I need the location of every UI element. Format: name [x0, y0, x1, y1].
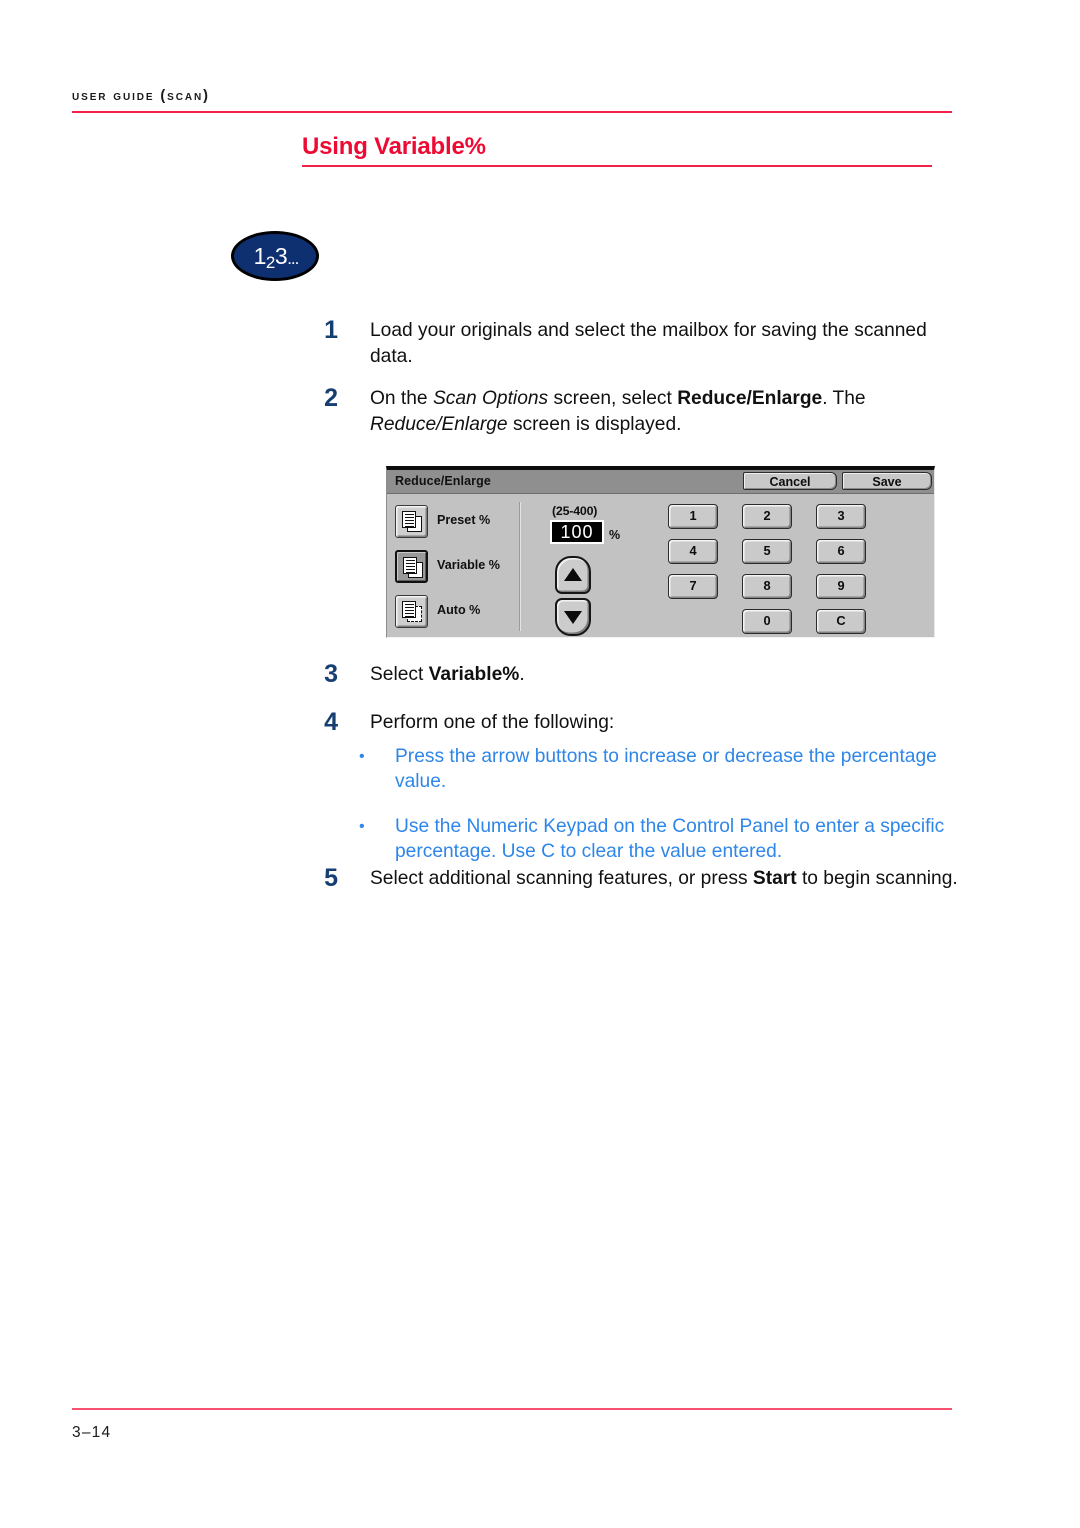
step-5-text: Select additional scanning features, or … — [370, 866, 960, 892]
step-2-frag-reduce-enlarge-bold: Reduce/Enlarge — [677, 388, 823, 409]
step-5: 5 Select additional scanning features, o… — [300, 866, 960, 892]
step-2-number: 2 — [324, 384, 338, 412]
step-3: 3 Select Variable%. — [300, 662, 960, 688]
increase-percentage-button[interactable] — [555, 556, 591, 594]
section-heading: Using Variable% — [302, 134, 932, 167]
keypad-key-5[interactable]: 5 — [742, 539, 792, 564]
bullet-item-1-text: Press the arrow buttons to increase or d… — [395, 746, 937, 792]
badge-digit-2: 2 — [265, 253, 275, 272]
step-1-text: Load your originals and select the mailb… — [370, 318, 960, 370]
percentage-range-label: (25-400) — [552, 504, 598, 518]
keypad-key-2[interactable]: 2 — [742, 504, 792, 529]
page-number: 3–14 — [72, 1423, 112, 1441]
triangle-up-icon — [564, 568, 582, 581]
bullet-marker-icon: • — [359, 818, 365, 835]
step-5-number: 5 — [324, 864, 338, 892]
preset-percent-button[interactable] — [395, 505, 428, 538]
step-1-sentence: Load your originals and select the mailb… — [370, 320, 927, 367]
step-2-text: On the Scan Options screen, select Reduc… — [370, 386, 960, 438]
auto-percent-button[interactable] — [395, 595, 428, 628]
step-1-number: 1 — [324, 316, 338, 344]
step-4-text: Perform one of the following: — [370, 710, 960, 736]
save-button[interactable]: Save — [842, 472, 932, 490]
keypad-key-4[interactable]: 4 — [668, 539, 718, 564]
variable-percent-button[interactable] — [395, 550, 428, 583]
running-header-text: USER GUIDE (SCAN) — [72, 88, 210, 104]
bullet-item-2: • Use the Numeric Keypad on the Control … — [359, 814, 960, 864]
step-4-number: 4 — [324, 708, 338, 736]
decrease-percentage-button[interactable] — [555, 598, 591, 636]
step-2-frag-a: On the — [370, 388, 433, 409]
step-2-frag-reduce-enlarge-italic: Reduce/Enlarge — [370, 414, 508, 435]
triangle-down-icon — [564, 611, 582, 624]
percentage-value-display: 100 — [550, 520, 604, 544]
page-footer: 3–14 — [72, 1408, 952, 1442]
document-preset-icon — [402, 511, 422, 532]
footer-rule — [72, 1408, 952, 1410]
steps-badge-label: 123... — [234, 234, 316, 278]
keypad-key-0[interactable]: 0 — [742, 609, 792, 634]
bullet-item-2-text: Use the Numeric Keypad on the Control Pa… — [395, 816, 945, 862]
step-3-frag-variable: Variable% — [428, 664, 520, 685]
keypad-key-8[interactable]: 8 — [742, 574, 792, 599]
bullet-marker-icon: • — [359, 748, 365, 765]
keypad-key-1[interactable]: 1 — [668, 504, 718, 529]
step-2-frag-c: screen, select — [548, 388, 678, 409]
panel-titlebar: Reduce/Enlarge Cancel Save — [387, 470, 934, 494]
panel-title: Reduce/Enlarge — [395, 474, 491, 488]
keypad-key-6[interactable]: 6 — [816, 539, 866, 564]
document-auto-icon — [402, 601, 422, 622]
keypad-key-7[interactable]: 7 — [668, 574, 718, 599]
step-3-text: Select Variable%. — [370, 662, 960, 688]
badge-dots: ... — [287, 249, 299, 268]
step-2-frag-e: . The — [822, 388, 866, 409]
step-4: 4 Perform one of the following: — [300, 710, 960, 736]
heading-rule — [302, 165, 932, 167]
bullet-item-1: • Press the arrow buttons to increase or… — [359, 744, 960, 794]
steps-badge-icon: 123... — [231, 231, 319, 281]
step-5-frag-c: to begin scanning. — [796, 868, 958, 889]
step-2-frag-scan-options: Scan Options — [432, 388, 549, 409]
keypad-key-clear[interactable]: C — [816, 609, 866, 634]
step-2: 2 On the Scan Options screen, select Red… — [300, 386, 960, 438]
running-header: USER GUIDE (SCAN) — [72, 88, 952, 113]
auto-percent-label: Auto % — [437, 603, 481, 617]
badge-digit-3: 3 — [274, 243, 288, 269]
bullet-list: • Press the arrow buttons to increase or… — [300, 744, 960, 868]
step-3-number: 3 — [324, 660, 338, 688]
keypad-key-3[interactable]: 3 — [816, 504, 866, 529]
page-title: Using Variable% — [302, 133, 486, 160]
percentage-value: 100 — [560, 522, 594, 542]
step-2-frag-g: screen is displayed. — [507, 414, 682, 435]
document-variable-icon — [403, 557, 423, 578]
header-rule — [72, 111, 952, 113]
keypad-key-9[interactable]: 9 — [816, 574, 866, 599]
cancel-button[interactable]: Cancel — [743, 472, 837, 490]
step-3-frag-c: . — [519, 664, 525, 685]
step-3-frag-a: Select — [370, 664, 429, 685]
step-5-frag-a: Select additional scanning features, or … — [370, 868, 753, 889]
reduce-enlarge-panel: Reduce/Enlarge Cancel Save Preset % Vari… — [386, 466, 935, 638]
step-4-sentence: Perform one of the following: — [370, 712, 615, 733]
step-5-frag-start: Start — [752, 868, 797, 889]
percent-unit-label: % — [609, 528, 621, 542]
preset-percent-label: Preset % — [437, 513, 491, 527]
panel-divider — [519, 502, 521, 631]
step-1: 1 Load your originals and select the mai… — [300, 318, 960, 370]
variable-percent-label: Variable % — [437, 558, 501, 572]
badge-digit-1: 1 — [253, 243, 267, 269]
